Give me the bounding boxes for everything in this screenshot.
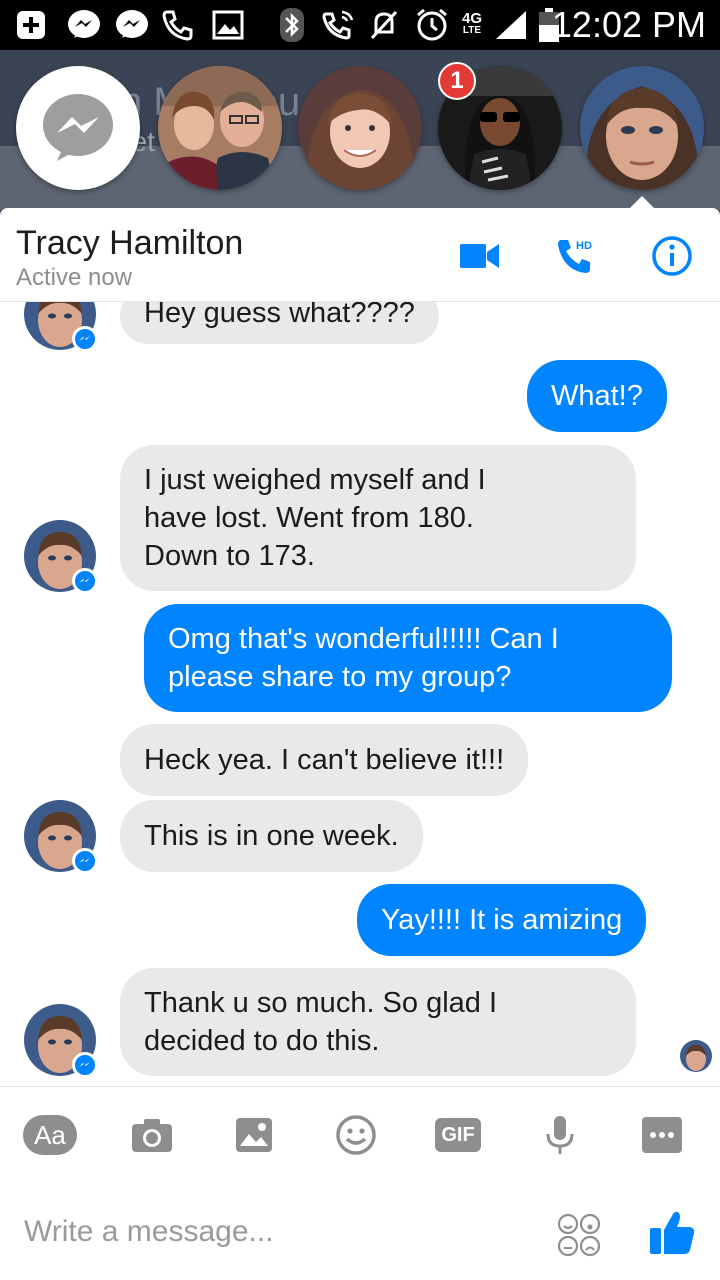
messenger-badge-icon — [72, 1052, 98, 1078]
microphone-icon — [546, 1116, 574, 1154]
messenger-notification-icon-2 — [114, 8, 150, 42]
phone-icon — [160, 8, 196, 42]
contact-name[interactable]: Tracy Hamilton — [16, 224, 243, 263]
message-bubble-incoming[interactable]: Heck yea. I can't believe it!!! — [120, 724, 529, 796]
message-bubble-incoming[interactable]: Thank u so much. So glad I decided to do… — [120, 968, 636, 1076]
network-type-icon: 4G LTE — [462, 8, 482, 42]
more-icon — [642, 1117, 682, 1153]
bluetooth-icon — [278, 8, 306, 42]
add-notification-icon — [14, 8, 48, 42]
contact-avatar[interactable] — [24, 1004, 98, 1078]
text-format-icon: Aa — [23, 1115, 77, 1155]
emoji-button[interactable] — [556, 1212, 602, 1258]
messenger-icon — [43, 94, 113, 161]
info-icon — [652, 236, 692, 276]
seen-indicator-avatar — [680, 1040, 712, 1072]
info-button[interactable] — [644, 230, 700, 282]
message-bubble-incoming[interactable]: This is in one week. — [120, 800, 423, 872]
video-call-button[interactable] — [452, 230, 508, 282]
message-input[interactable] — [24, 1206, 524, 1258]
contact-avatar[interactable] — [24, 520, 98, 594]
text-format-button[interactable]: Aa — [22, 1109, 78, 1161]
messenger-badge-icon — [72, 326, 98, 352]
camera-button[interactable] — [124, 1109, 180, 1161]
composer — [0, 1186, 720, 1280]
status-time: 12:02 PM — [551, 4, 706, 45]
messenger-badge-icon — [72, 848, 98, 874]
message-bubble-incoming[interactable]: I just weighed myself and I have lost. W… — [120, 445, 636, 591]
status-bar: 4G LTE 12:02 PM — [0, 0, 720, 50]
contact-avatar[interactable] — [24, 302, 98, 352]
wifi-calling-icon — [320, 8, 358, 42]
chat-panel: Tracy Hamilton Active now HD Hey guess w… — [0, 208, 720, 1280]
image-notification-icon — [212, 8, 244, 42]
camera-icon — [132, 1119, 172, 1152]
smiley-icon — [336, 1115, 376, 1155]
unread-badge: 1 — [438, 62, 476, 100]
message-bubble-outgoing[interactable]: What!? — [527, 360, 667, 432]
voice-message-button[interactable] — [532, 1109, 588, 1161]
contact-status: Active now — [16, 264, 133, 291]
message-list[interactable]: Hey guess what???? What!? I just weighed… — [0, 302, 720, 1086]
video-camera-icon — [460, 244, 499, 268]
chat-header: Tracy Hamilton Active now HD — [0, 208, 720, 302]
messenger-chat-head[interactable] — [16, 66, 140, 190]
gif-icon: GIF — [435, 1118, 481, 1152]
chat-head-couple[interactable] — [158, 66, 282, 190]
thumbs-up-icon — [650, 1211, 695, 1254]
contact-avatar[interactable] — [24, 800, 98, 874]
signal-icon — [494, 8, 528, 42]
hd-label: HD — [576, 240, 592, 252]
voice-call-hd-button[interactable]: HD — [548, 230, 604, 282]
message-bubble-incoming[interactable]: Hey guess what???? — [120, 302, 439, 344]
more-options-button[interactable] — [634, 1109, 690, 1161]
message-bubble-outgoing[interactable]: Yay!!!! It is amizing — [357, 884, 647, 956]
network-type: 4G — [462, 10, 483, 27]
gif-button[interactable]: GIF — [430, 1109, 486, 1161]
chat-head-woman-smiling[interactable] — [298, 66, 422, 190]
mute-icon — [368, 8, 400, 42]
panel-pointer — [628, 196, 656, 210]
message-bubble-outgoing[interactable]: Omg that's wonderful!!!!! Can I please s… — [144, 604, 672, 712]
alarm-icon — [414, 8, 450, 42]
gallery-icon — [236, 1118, 272, 1152]
like-button[interactable] — [644, 1204, 700, 1260]
sticker-button[interactable] — [328, 1109, 384, 1161]
messenger-notification-icon — [66, 8, 102, 42]
network-subtype: LTE — [462, 25, 482, 36]
chat-head-tracy[interactable] — [580, 66, 704, 190]
emoji-grid-icon — [557, 1213, 601, 1257]
gallery-button[interactable] — [226, 1109, 282, 1161]
composer-toolbar: Aa GIF — [0, 1086, 720, 1186]
messenger-badge-icon — [72, 568, 98, 594]
